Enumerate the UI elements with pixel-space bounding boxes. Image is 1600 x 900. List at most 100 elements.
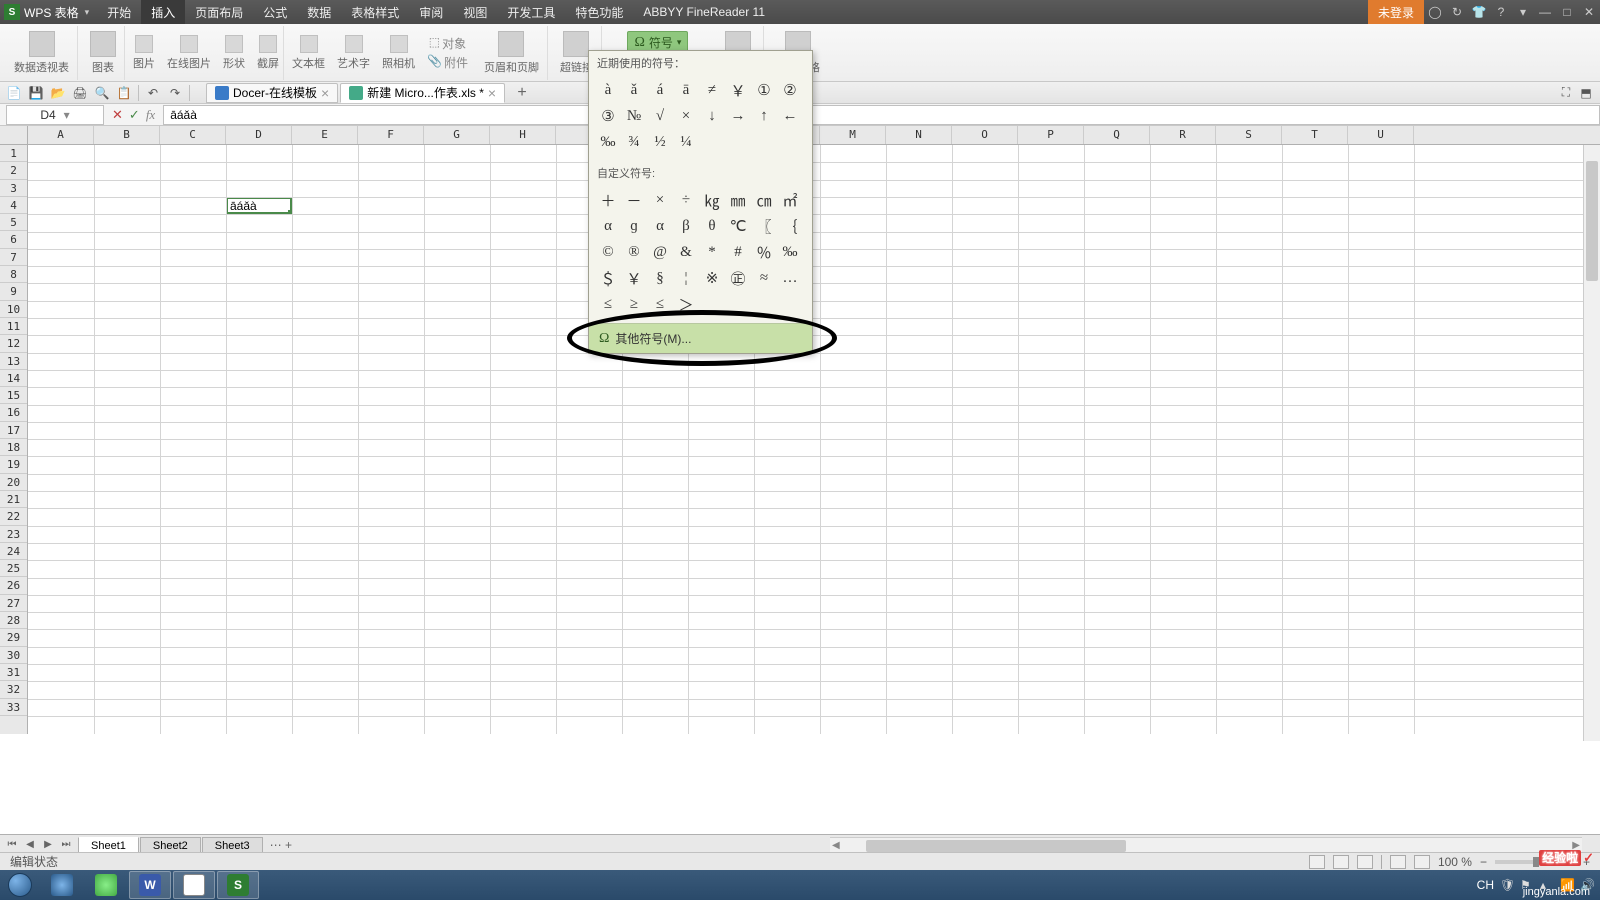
col-header[interactable]: B — [94, 126, 160, 144]
row-header[interactable]: 29 — [0, 629, 27, 646]
row-header[interactable]: 7 — [0, 249, 27, 266]
ribbon-online-pic[interactable]: 在线图片 — [163, 26, 215, 80]
symbol-item[interactable]: √ — [647, 103, 673, 129]
save-icon[interactable]: 💾 — [28, 85, 44, 101]
symbol-item[interactable]: ½ — [647, 129, 673, 155]
symbol-item[interactable]: ￥ — [725, 77, 751, 103]
row-header[interactable]: 3 — [0, 180, 27, 197]
col-header[interactable]: D — [226, 126, 292, 144]
symbol-item[interactable]: ¾ — [621, 129, 647, 155]
close-icon[interactable]: ✕ — [1578, 0, 1600, 24]
symbol-item[interactable]: × — [673, 103, 699, 129]
symbol-item[interactable]: ¼ — [673, 129, 699, 155]
view-reading-icon[interactable] — [1390, 855, 1406, 869]
symbol-item[interactable]: ǎ — [621, 77, 647, 103]
row-header[interactable]: 4 — [0, 197, 27, 214]
symbol-item[interactable]: ↓ — [699, 103, 725, 129]
zoom-out-icon[interactable]: − — [1480, 855, 1487, 869]
symbol-item[interactable]: § — [647, 265, 673, 291]
symbol-item[interactable]: ≥ — [621, 291, 647, 317]
task-browser[interactable] — [85, 871, 127, 899]
login-button[interactable]: 未登录 — [1368, 0, 1424, 24]
row-header[interactable]: 11 — [0, 318, 27, 335]
col-header[interactable]: H — [490, 126, 556, 144]
menu-tab-9[interactable]: 特色功能 — [565, 0, 633, 24]
row-header[interactable]: 6 — [0, 231, 27, 248]
new-icon[interactable]: 📄 — [6, 85, 22, 101]
row-header[interactable]: 2 — [0, 162, 27, 179]
sheet-first-icon[interactable]: ⏮ — [4, 837, 20, 853]
row-header[interactable]: 13 — [0, 353, 27, 370]
symbol-item[interactable]: α — [595, 213, 621, 239]
start-button[interactable] — [0, 870, 40, 900]
symbol-item[interactable]: － — [621, 187, 647, 213]
symbol-item[interactable]: ɡ — [621, 213, 647, 239]
vertical-scrollbar[interactable] — [1583, 145, 1600, 741]
sheet-last-icon[interactable]: ⏭ — [58, 837, 74, 853]
other-symbols-button[interactable]: Ω 其他符号(M)... — [589, 323, 812, 353]
col-header[interactable]: R — [1150, 126, 1216, 144]
task-ie[interactable] — [41, 871, 83, 899]
row-header[interactable]: 22 — [0, 508, 27, 525]
arrow-icon[interactable]: ▾ — [1512, 0, 1534, 24]
symbol-item[interactable]: ㎏ — [699, 187, 725, 213]
symbol-item[interactable]: × — [647, 187, 673, 213]
ribbon-camera[interactable]: 照相机 — [378, 26, 419, 80]
row-header[interactable]: 26 — [0, 577, 27, 594]
row-header[interactable]: 25 — [0, 560, 27, 577]
ribbon-header-footer[interactable]: 页眉和页脚 — [476, 26, 548, 80]
symbol-item[interactable]: á — [647, 77, 673, 103]
ribbon-textbox[interactable]: 文本框 — [288, 26, 329, 80]
row-header[interactable]: 28 — [0, 612, 27, 629]
row-header[interactable]: 24 — [0, 543, 27, 560]
doc-tab-1[interactable]: 新建 Micro...作表.xls *× — [340, 83, 505, 103]
expand-icon[interactable]: ⛶ — [1558, 85, 1574, 101]
symbol-item[interactable]: # — [725, 239, 751, 265]
symbol-item[interactable]: ¦ — [673, 265, 699, 291]
redo-icon[interactable]: ↷ — [167, 85, 183, 101]
row-header[interactable]: 9 — [0, 283, 27, 300]
symbol-item[interactable]: … — [777, 265, 803, 291]
tray-shield-icon[interactable]: 🛡 — [1500, 878, 1514, 892]
col-header[interactable]: O — [952, 126, 1018, 144]
row-header[interactable]: 14 — [0, 370, 27, 387]
col-header[interactable]: N — [886, 126, 952, 144]
col-header[interactable]: M — [820, 126, 886, 144]
app-dropdown-icon[interactable]: ▾ — [85, 7, 90, 18]
open-icon[interactable]: 📂 — [50, 85, 66, 101]
view-page-icon[interactable] — [1333, 855, 1349, 869]
row-header[interactable]: 17 — [0, 422, 27, 439]
symbol-item[interactable]: ā — [673, 77, 699, 103]
task-paint[interactable] — [173, 871, 215, 899]
select-all-corner[interactable] — [0, 126, 28, 144]
ribbon-pic[interactable]: 图片 — [129, 26, 159, 80]
ime-indicator[interactable]: CH — [1477, 878, 1494, 892]
row-header[interactable]: 15 — [0, 387, 27, 404]
ribbon-object[interactable]: ⬚对象 📎附件 — [423, 26, 472, 80]
symbol-item[interactable]: ㎜ — [725, 187, 751, 213]
symbol-item[interactable]: α — [647, 213, 673, 239]
formula-input[interactable]: āáǎà — [163, 105, 1600, 125]
menu-tab-4[interactable]: 数据 — [297, 0, 341, 24]
shirt-icon[interactable]: 👕 — [1468, 0, 1490, 24]
row-header[interactable]: 10 — [0, 301, 27, 318]
symbol-item[interactable]: ㎡ — [777, 187, 803, 213]
symbol-item[interactable]: ℃ — [725, 213, 751, 239]
name-box[interactable]: D4▾ — [6, 105, 104, 125]
symbol-item[interactable]: ㎝ — [751, 187, 777, 213]
menu-tab-7[interactable]: 视图 — [453, 0, 497, 24]
row-header[interactable]: 30 — [0, 647, 27, 664]
ribbon-shape[interactable]: 形状 — [219, 26, 249, 80]
symbol-item[interactable]: ÷ — [673, 187, 699, 213]
doc-close-icon[interactable]: × — [321, 85, 329, 101]
row-header[interactable]: 31 — [0, 664, 27, 681]
row-header[interactable]: 16 — [0, 404, 27, 421]
menu-tab-3[interactable]: 公式 — [253, 0, 297, 24]
symbol-item[interactable]: ％ — [751, 239, 777, 265]
confirm-edit-icon[interactable]: ✓ — [129, 107, 140, 123]
symbol-item[interactable]: № — [621, 103, 647, 129]
view-fullscreen-icon[interactable] — [1414, 855, 1430, 869]
col-header[interactable]: G — [424, 126, 490, 144]
ribbon-wordart[interactable]: 艺术字 — [333, 26, 374, 80]
cells-area[interactable]: āáǎà — [28, 145, 1600, 734]
